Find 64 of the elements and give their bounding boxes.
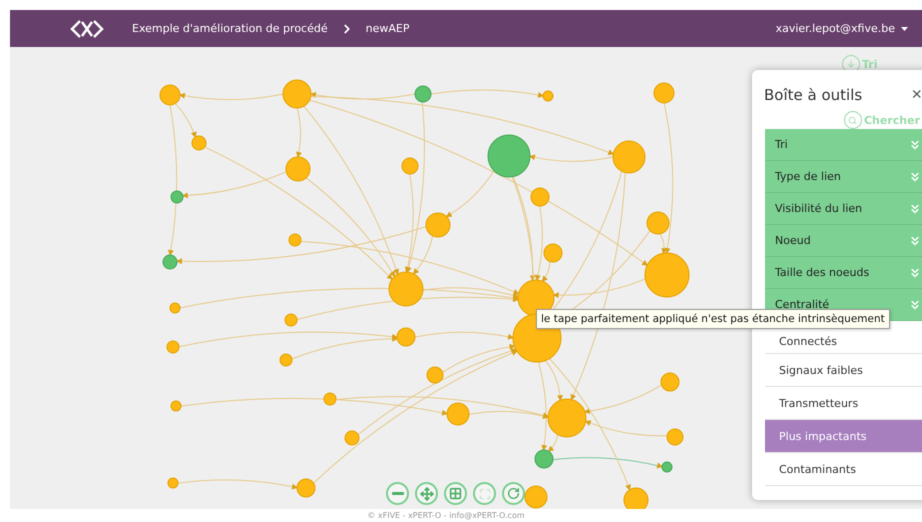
graph-node[interactable] [446,402,470,426]
graph-node[interactable] [644,252,690,298]
accordion-header[interactable]: Type de lien [765,161,922,193]
move-icon [420,486,434,500]
minus-icon [392,492,404,495]
accordion-header[interactable]: Visibilité du lien [765,193,922,225]
graph-node[interactable] [344,430,360,446]
graph-node[interactable] [612,140,646,174]
grid-icon [449,487,462,500]
graph-node[interactable] [426,212,450,238]
graph-node[interactable] [288,234,302,246]
move-button[interactable] [415,482,438,505]
grid-button[interactable] [444,482,467,505]
graph-node[interactable] [170,190,184,204]
graph-node[interactable] [170,302,180,314]
graph-node[interactable] [624,488,648,509]
footer-text: © xFIVE - xPERT-O - info@xPERT-O.com [367,511,525,520]
rotate-icon [507,487,520,500]
graph-node[interactable] [286,156,310,182]
graph-node[interactable] [160,84,180,106]
user-menu[interactable]: xavier.lepot@xfive.be [776,22,908,35]
accordion-header[interactable]: Taille des noeuds [765,257,922,289]
graph-node[interactable] [396,328,416,346]
graph-node[interactable] [166,340,180,354]
graph-node[interactable] [534,450,554,468]
fit-button[interactable] [473,482,496,505]
graph-node[interactable] [192,136,206,150]
fullscreen-icon [478,488,490,500]
zoom-out-button[interactable] [386,482,409,505]
graph-node[interactable] [162,254,178,270]
graph-node[interactable] [402,158,418,174]
reset-button[interactable] [502,482,525,505]
graph-node[interactable] [296,478,316,498]
accordion-header[interactable]: Noeud [765,225,922,257]
graph-node[interactable] [646,212,670,234]
close-button[interactable]: × [911,84,922,105]
search-icon [848,116,858,124]
breadcrumb-link[interactable]: Exemple d'amélioration de procédé [132,22,328,35]
graph-node[interactable] [544,244,562,262]
graph-node[interactable] [488,134,530,178]
graph-node[interactable] [324,392,336,406]
graph-node[interactable] [168,478,178,488]
graph-node[interactable] [426,366,444,384]
graph-node[interactable] [524,486,548,508]
graph-node[interactable] [282,80,312,108]
graph-node[interactable] [414,86,432,102]
graph-node[interactable] [530,188,550,206]
graph-node[interactable] [654,82,674,104]
graph-node[interactable] [666,428,684,446]
graph-node[interactable] [280,354,292,366]
panel-title: Boîte à outils [764,86,862,104]
breadcrumb-link[interactable]: newAEP [366,22,410,35]
graph-node[interactable] [542,90,554,102]
logo-icon [70,18,104,38]
accordion-header[interactable]: Tri [765,129,922,161]
graph-node[interactable] [170,400,182,412]
graph-node[interactable] [548,398,586,438]
graph-node[interactable] [660,372,680,392]
graph-node[interactable] [284,314,298,326]
arrow-down-icon [846,59,856,69]
tooltip: le tape parfaitement appliqué n'est pas étanche intrinsèquement [536,309,890,329]
graph-node[interactable] [662,462,672,472]
caret-icon [901,26,908,30]
graph-node[interactable] [388,272,424,306]
